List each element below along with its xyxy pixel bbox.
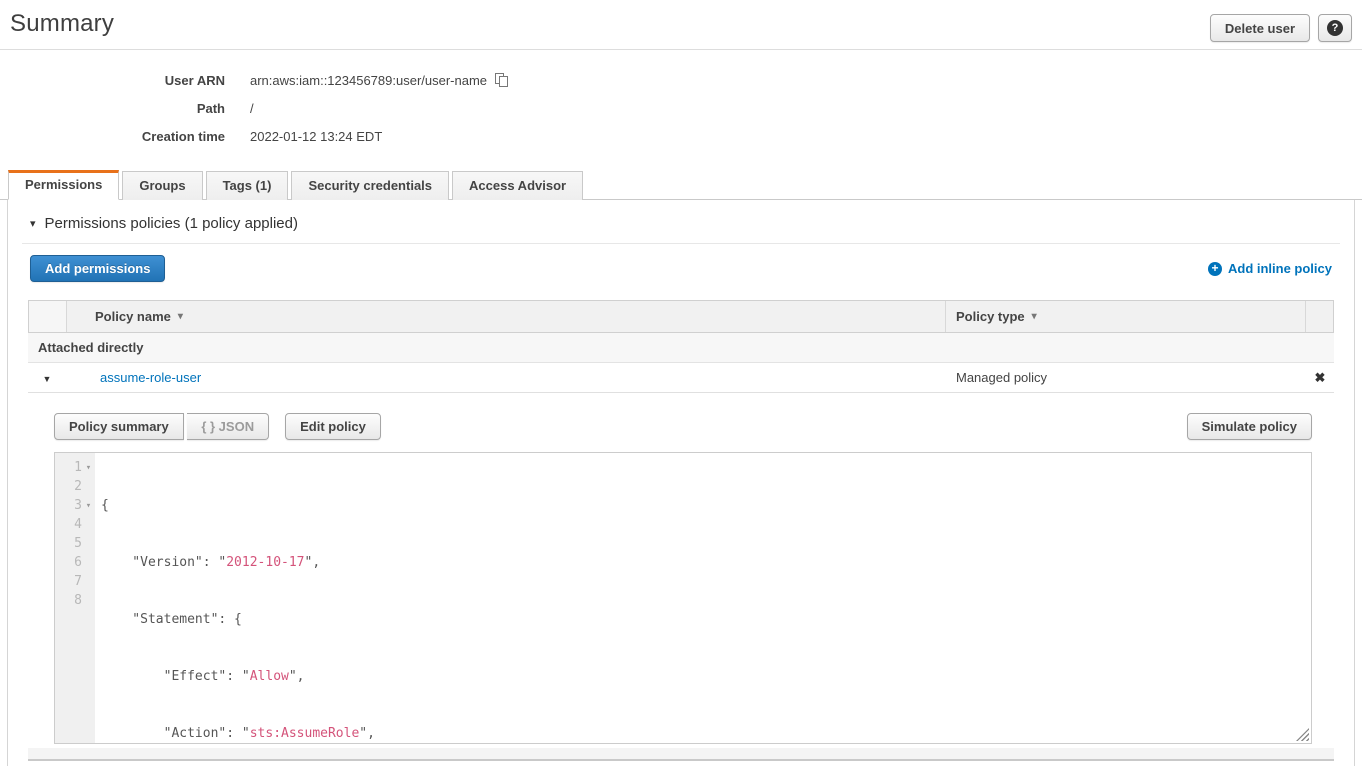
- user-arn-value: arn:aws:iam::123456789:user/user-name: [250, 73, 487, 88]
- fold-caret-icon[interactable]: ▾: [82, 496, 95, 515]
- json-policy-editor[interactable]: 1▾ 2 3▾ 4 5 6 7 8 { "Version": "2012-10-…: [54, 452, 1312, 744]
- actions-row: Add permissions + Add inline policy: [30, 255, 1332, 282]
- policy-name-link[interactable]: assume-role-user: [100, 370, 201, 385]
- detach-policy-icon[interactable]: ✖: [1315, 370, 1326, 385]
- path-value: /: [250, 101, 254, 116]
- code-line: "Effect": "Allow",: [101, 667, 1311, 686]
- policy-summary-button[interactable]: Policy summary: [54, 413, 184, 440]
- group-row-attached-directly: Attached directly: [28, 333, 1334, 363]
- section-title: Permissions policies (1 policy applied): [45, 215, 298, 232]
- add-inline-policy-link[interactable]: + Add inline policy: [1208, 261, 1332, 276]
- tab-groups[interactable]: Groups: [122, 171, 202, 200]
- table-footer-strip: [28, 748, 1334, 761]
- column-header-policy-name[interactable]: Policy name ▾: [67, 301, 945, 332]
- permissions-tab-panel: ▾ Permissions policies (1 policy applied…: [7, 200, 1355, 766]
- edit-policy-button[interactable]: Edit policy: [285, 413, 381, 440]
- expand-row-toggle[interactable]: ▼: [28, 370, 66, 385]
- page-header: Summary Delete user ?: [0, 0, 1362, 42]
- detail-row-path: Path /: [0, 94, 1362, 122]
- policy-type-cell: Managed policy: [946, 370, 1306, 385]
- json-view-button[interactable]: { } JSON: [187, 413, 269, 440]
- creation-time-value: 2022-01-12 13:24 EDT: [250, 129, 382, 144]
- creation-time-label: Creation time: [0, 129, 250, 144]
- tab-tags[interactable]: Tags (1): [206, 171, 289, 200]
- collapse-caret-icon: ▾: [30, 217, 36, 230]
- delete-user-button[interactable]: Delete user: [1210, 14, 1310, 42]
- table-header-row: Policy name ▾ Policy type ▾: [28, 300, 1334, 333]
- tab-bar: Permissions Groups Tags (1) Security cre…: [0, 170, 1362, 200]
- header-divider: [0, 49, 1362, 50]
- help-button[interactable]: ?: [1318, 14, 1352, 42]
- code-line: "Statement": {: [101, 610, 1311, 629]
- section-divider: [22, 243, 1340, 244]
- sort-caret-icon: ▾: [1032, 311, 1037, 322]
- page-title: Summary: [10, 10, 114, 38]
- detail-row-user-arn: User ARN arn:aws:iam::123456789:user/use…: [0, 66, 1362, 94]
- simulate-policy-button[interactable]: Simulate policy: [1187, 413, 1312, 440]
- attached-policies-table: Policy name ▾ Policy type ▾ Attached dir…: [28, 300, 1334, 744]
- table-header-spacer: [29, 301, 67, 332]
- user-details: User ARN arn:aws:iam::123456789:user/use…: [0, 66, 1362, 150]
- detail-row-creation-time: Creation time 2022-01-12 13:24 EDT: [0, 122, 1362, 150]
- tab-access-advisor[interactable]: Access Advisor: [452, 171, 583, 200]
- sort-caret-icon: ▾: [178, 311, 183, 322]
- policy-detail-panel: Policy summary { } JSON Edit policy Simu…: [28, 393, 1334, 744]
- column-header-policy-type[interactable]: Policy type ▾: [945, 301, 1305, 332]
- add-permissions-button[interactable]: Add permissions: [30, 255, 165, 282]
- policy-view-row: Policy summary { } JSON Edit policy Simu…: [54, 413, 1312, 440]
- header-buttons: Delete user ?: [1210, 14, 1352, 42]
- user-arn-label: User ARN: [0, 73, 250, 88]
- code-line: {: [101, 496, 1311, 515]
- code-line: "Version": "2012-10-17",: [101, 553, 1311, 572]
- editor-code-area[interactable]: { "Version": "2012-10-17", "Statement": …: [95, 453, 1311, 743]
- tab-permissions[interactable]: Permissions: [8, 170, 119, 200]
- plus-circle-icon: +: [1208, 262, 1222, 276]
- tab-security-credentials[interactable]: Security credentials: [291, 171, 449, 200]
- table-header-actions: [1305, 301, 1333, 332]
- fold-caret-icon[interactable]: ▾: [82, 458, 95, 477]
- editor-gutter: 1▾ 2 3▾ 4 5 6 7 8: [55, 453, 95, 743]
- row-caret-icon: ▼: [43, 374, 52, 384]
- policy-table-row: ▼ assume-role-user Managed policy ✖: [28, 363, 1334, 393]
- code-line: "Action": "sts:AssumeRole",: [101, 724, 1311, 743]
- policy-view-toggle-group: Policy summary { } JSON: [54, 413, 269, 440]
- help-icon: ?: [1327, 20, 1343, 36]
- copy-icon[interactable]: [495, 73, 509, 87]
- path-label: Path: [0, 101, 250, 116]
- permissions-policies-section-header[interactable]: ▾ Permissions policies (1 policy applied…: [22, 200, 1340, 243]
